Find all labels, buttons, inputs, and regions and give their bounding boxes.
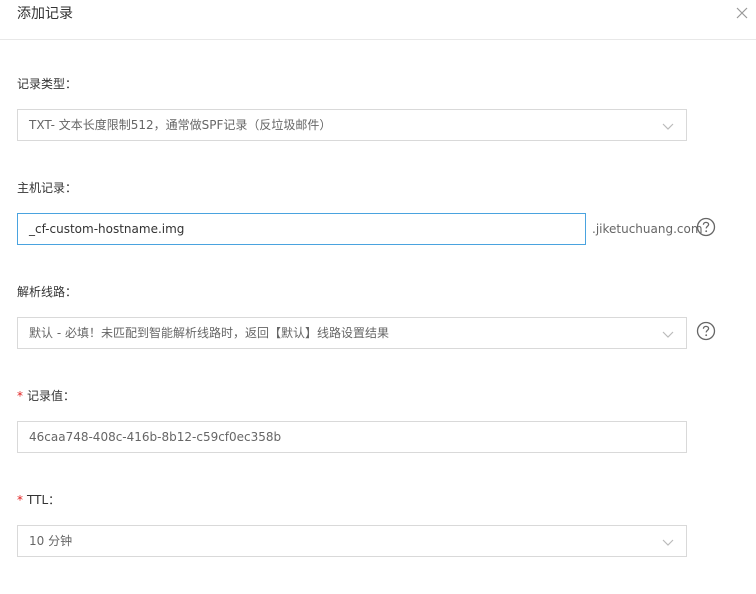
dialog-title: 添加记录 xyxy=(17,6,73,22)
host-record-value: _cf-custom-hostname.img xyxy=(29,222,185,236)
record-value-label: * 记录值： xyxy=(17,388,75,404)
ttl-label: * TTL： xyxy=(17,492,60,508)
resolution-line-select[interactable]: 默认 - 必填！未匹配到智能解析线路时，返回【默认】线路设置结果 xyxy=(17,317,687,349)
resolution-line-value: 默认 - 必填！未匹配到智能解析线路时，返回【默认】线路设置结果 xyxy=(29,326,389,340)
ttl-label-text: TTL： xyxy=(27,493,61,507)
chevron-down-icon xyxy=(662,331,674,338)
chevron-down-icon xyxy=(662,123,674,130)
host-record-label: 主机记录： xyxy=(17,181,78,195)
host-record-input[interactable]: _cf-custom-hostname.img xyxy=(17,213,586,245)
domain-suffix: .jiketuchuang.com xyxy=(592,222,703,236)
record-type-select[interactable]: TXT- 文本长度限制512，通常做SPF记录（反垃圾邮件） xyxy=(17,109,687,141)
record-value-text: 46caa748-408c-416b-8b12-c59cf0ec358b xyxy=(29,430,282,444)
help-circle-icon[interactable] xyxy=(696,321,716,341)
required-mark: * xyxy=(17,389,23,403)
chevron-down-icon xyxy=(662,539,674,546)
help-circle-icon[interactable] xyxy=(696,217,716,237)
record-type-label: 记录类型： xyxy=(17,77,78,91)
dialog-header: 添加记录 xyxy=(0,0,756,40)
record-type-value: TXT- 文本长度限制512，通常做SPF记录（反垃圾邮件） xyxy=(29,118,332,132)
resolution-line-label: 解析线路： xyxy=(17,285,78,299)
ttl-value: 10 分钟 xyxy=(29,534,73,548)
ttl-select[interactable]: 10 分钟 xyxy=(17,525,687,557)
required-mark: * xyxy=(17,493,23,507)
record-value-input[interactable]: 46caa748-408c-416b-8b12-c59cf0ec358b xyxy=(17,421,687,453)
record-value-label-text: 记录值： xyxy=(27,389,76,403)
close-icon[interactable] xyxy=(734,5,750,21)
